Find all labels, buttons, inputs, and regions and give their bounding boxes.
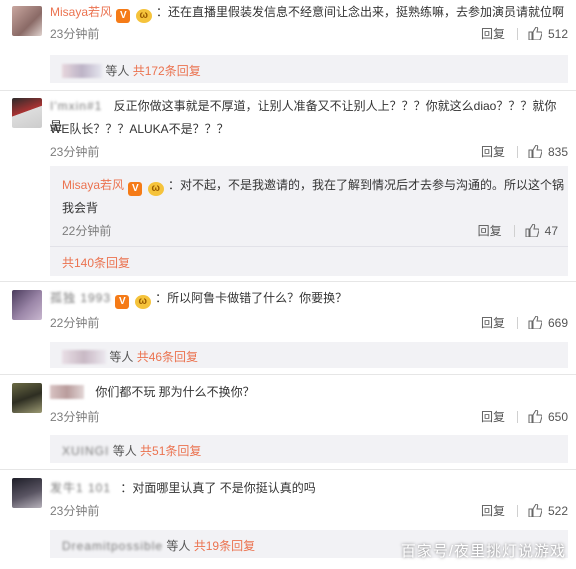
like-icon[interactable] bbox=[528, 316, 542, 329]
like-count: 650 bbox=[547, 409, 568, 424]
reply-avatars-blurred bbox=[62, 64, 102, 78]
separator bbox=[516, 27, 518, 40]
sub-prefix: 等人 bbox=[166, 539, 191, 553]
like-icon[interactable] bbox=[528, 410, 542, 423]
nested-like-count: 47 bbox=[544, 223, 558, 238]
avatar[interactable] bbox=[12, 6, 42, 36]
view-replies-link[interactable]: 共172条回复 bbox=[133, 64, 201, 78]
like-count: 512 bbox=[547, 26, 568, 41]
reply-button[interactable]: 回复 bbox=[481, 25, 505, 42]
reply-button[interactable]: 回复 bbox=[481, 502, 505, 519]
comment-text: 你们都不玩 那为什么不换你？ bbox=[95, 385, 255, 399]
username-blurred[interactable] bbox=[50, 385, 84, 399]
like-count: 522 bbox=[547, 503, 568, 518]
reply-username-blurred: XUINGI bbox=[62, 444, 110, 458]
username[interactable]: 发牛1 101 bbox=[50, 481, 111, 495]
vip-face-icon: ω bbox=[134, 295, 151, 309]
separator bbox=[516, 504, 518, 517]
comment-time: 22分钟前 bbox=[50, 316, 100, 330]
vip-face-icon: ω bbox=[147, 182, 164, 196]
nested-text-line2: 我会背 bbox=[62, 201, 99, 215]
divider bbox=[0, 374, 576, 375]
reply-button[interactable]: 回复 bbox=[481, 314, 505, 331]
avatar[interactable] bbox=[12, 290, 42, 320]
sub-replies-summary[interactable]: XUINGI 等人 共51条回复 bbox=[50, 435, 568, 463]
comment-time: 23分钟前 bbox=[50, 27, 100, 41]
comment-text: ：对面哪里认真了 不是你挺认真的吗 bbox=[120, 481, 316, 495]
comment-time: 23分钟前 bbox=[50, 145, 100, 159]
comment-text: ：还在直播里假装发信息不经意间让念出来，挺熟练嘛，去参加演员请就位啊 bbox=[156, 5, 565, 19]
nested-reply: Misaya若风 V ω ：对不起，不是我邀请的，我在了解到情况后才去参与沟通的… bbox=[50, 166, 568, 276]
separator bbox=[516, 145, 518, 158]
comment-time: 23分钟前 bbox=[50, 410, 100, 424]
nested-text-line1: ：对不起，不是我邀请的，我在了解到情况后才去参与沟通的。所以这个锅 bbox=[168, 178, 565, 192]
view-replies-link[interactable]: 共19条回复 bbox=[194, 539, 255, 553]
sub-prefix: 等人 bbox=[109, 350, 134, 364]
sub-prefix: 等人 bbox=[112, 444, 137, 458]
like-icon[interactable] bbox=[528, 504, 542, 517]
reply-button[interactable]: 回复 bbox=[481, 143, 505, 160]
divider bbox=[0, 469, 576, 470]
view-replies-link[interactable]: 共140条回复 bbox=[62, 254, 130, 271]
like-count: 669 bbox=[547, 315, 568, 330]
sub-prefix: 等人 bbox=[105, 64, 130, 78]
nested-reply-button[interactable]: 回复 bbox=[478, 222, 502, 239]
comment-3: 孤独 1993 V ω ：所以阿鲁卡做错了什么？你要换？ 22分钟前 回复 66… bbox=[0, 284, 576, 372]
like-icon[interactable] bbox=[528, 27, 542, 40]
comment-4: 你们都不玩 那为什么不换你？ 23分钟前 回复 650 XUINGI 等人 共5… bbox=[0, 377, 576, 467]
like-icon[interactable] bbox=[525, 224, 539, 237]
verified-badge-icon: V bbox=[115, 295, 130, 309]
separator bbox=[516, 316, 518, 329]
comment-1: Misaya若风 V ω ：还在直播里假装发信息不经意间让念出来，挺熟练嘛，去参… bbox=[0, 0, 576, 88]
nested-username[interactable]: Misaya若风 bbox=[62, 178, 124, 192]
sub-replies-summary[interactable]: 等人 共46条回复 bbox=[50, 342, 568, 368]
separator bbox=[513, 224, 515, 237]
avatar[interactable] bbox=[12, 98, 42, 128]
username[interactable]: I'mxin#1 bbox=[50, 99, 102, 113]
like-count: 835 bbox=[547, 144, 568, 159]
like-icon[interactable] bbox=[528, 145, 542, 158]
reply-username-blurred: Dreamitpossible bbox=[62, 539, 164, 553]
view-replies-link[interactable]: 共51条回复 bbox=[140, 444, 201, 458]
username[interactable]: Misaya若风 bbox=[50, 5, 112, 19]
separator bbox=[516, 410, 518, 423]
sub-replies-summary[interactable]: 等人 共172条回复 bbox=[50, 55, 568, 83]
comment-text: ：所以阿鲁卡做错了什么？你要换？ bbox=[155, 291, 348, 305]
verified-badge-icon: V bbox=[128, 182, 143, 196]
vip-face-icon: ω bbox=[135, 9, 152, 23]
comment-2: I'mxin#1 反正你做这事就是不厚道，让别人准备又不让别人上？？？你就这么d… bbox=[0, 92, 576, 280]
reply-avatars-blurred bbox=[62, 350, 106, 364]
comment-text-line2: WE队长？？？ALUKA不是？？？ bbox=[50, 122, 229, 136]
divider bbox=[0, 90, 576, 91]
nested-time: 22分钟前 bbox=[62, 224, 112, 238]
verified-badge-icon: V bbox=[116, 9, 131, 23]
reply-button[interactable]: 回复 bbox=[481, 408, 505, 425]
comment-time: 23分钟前 bbox=[50, 504, 100, 518]
avatar[interactable] bbox=[12, 478, 42, 508]
username[interactable]: 孤独 1993 bbox=[50, 291, 111, 305]
watermark: 百家号/夜里挑灯说游戏 bbox=[400, 543, 566, 560]
divider bbox=[50, 246, 568, 247]
avatar[interactable] bbox=[12, 383, 42, 413]
divider bbox=[0, 281, 576, 282]
view-replies-link[interactable]: 共46条回复 bbox=[137, 350, 198, 364]
